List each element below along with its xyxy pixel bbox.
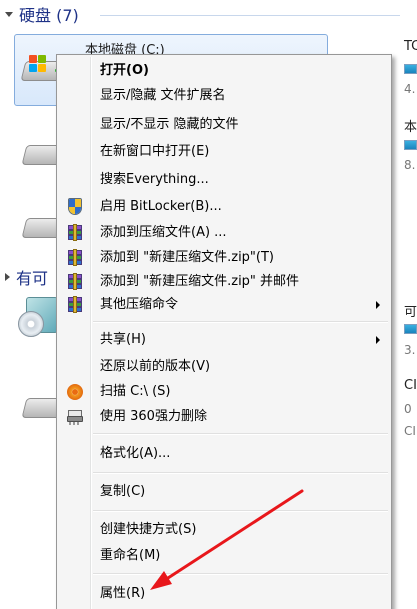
annotation-arrow-icon <box>150 489 304 590</box>
explorer-window: 硬盘 (7) 本地磁盘 (C:) 有可 TC 4. 本 8. 可 3. CI 0… <box>0 0 417 609</box>
